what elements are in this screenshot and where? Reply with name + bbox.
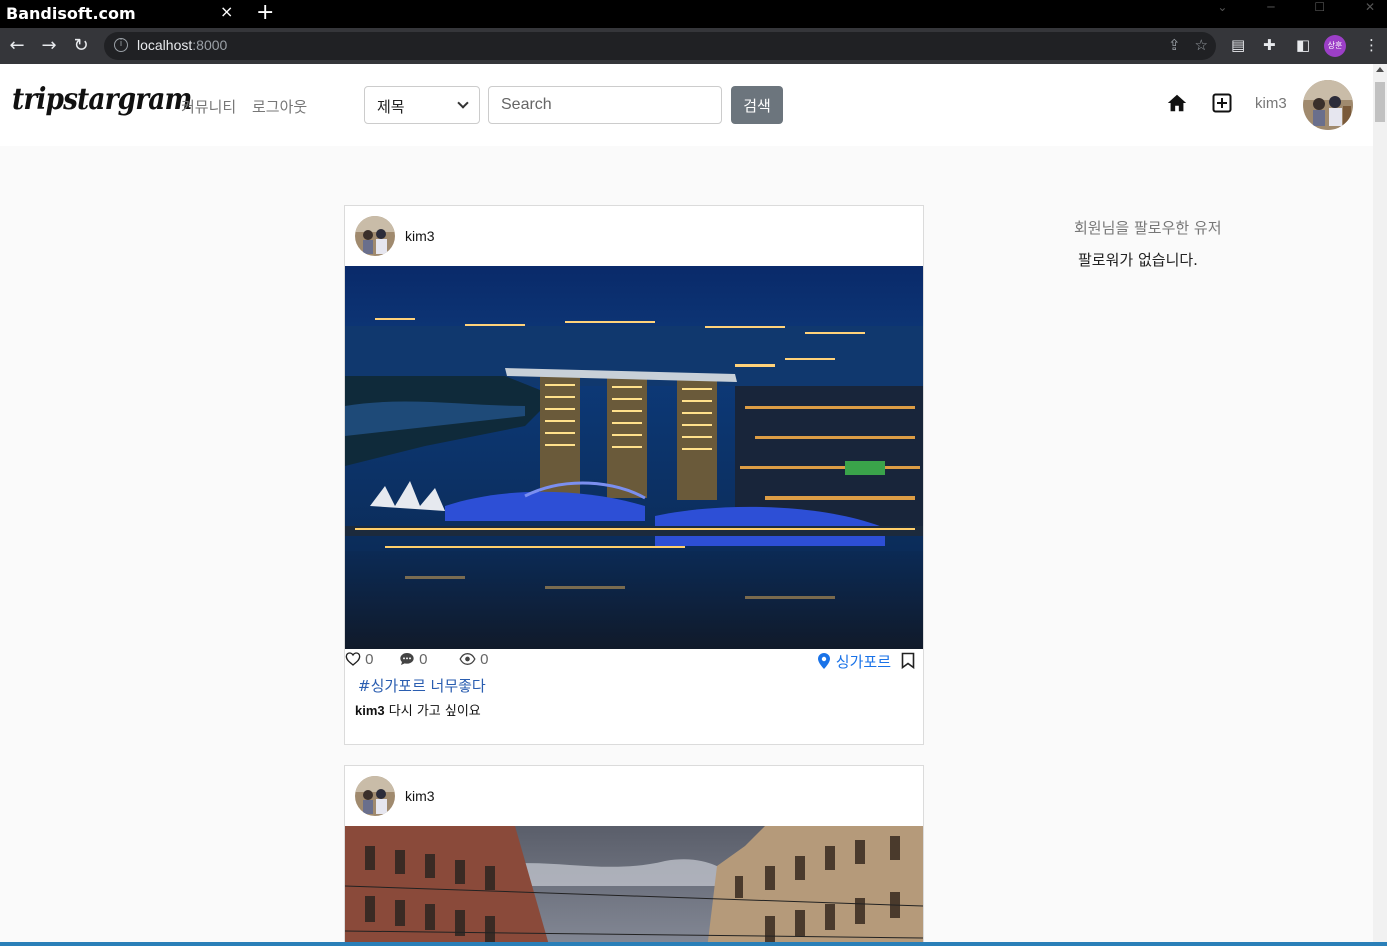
profile-avatar[interactable]: 상훈 xyxy=(1324,35,1346,57)
extension-page-icon[interactable]: ▤ xyxy=(1231,36,1245,54)
browser-toolbar: ← → ↻ i localhost:8000 ⇪ ☆ xyxy=(0,28,1387,64)
page-scrollbar[interactable] xyxy=(1373,64,1387,946)
nav-community-link[interactable]: 커뮤니티 xyxy=(181,96,236,117)
close-window-icon[interactable]: ✕ xyxy=(1365,0,1375,14)
maximize-icon[interactable]: ☐ xyxy=(1314,0,1325,14)
location-label: 싱가포르 xyxy=(835,653,891,671)
bookmark-icon[interactable] xyxy=(901,652,915,669)
star-icon[interactable]: ☆ xyxy=(1195,36,1208,54)
caption-author[interactable]: kim3 xyxy=(355,703,385,718)
new-tab-icon[interactable]: + xyxy=(256,0,274,25)
hashtag-link[interactable]: #싱가포르 너무좋다 xyxy=(358,675,486,696)
tab-close-icon[interactable]: × xyxy=(220,2,233,21)
post-image[interactable] xyxy=(345,266,923,649)
chevron-down-icon xyxy=(457,97,469,109)
side-panel-icon[interactable]: ◧ xyxy=(1296,36,1310,54)
post-author[interactable]: kim3 xyxy=(405,788,435,804)
omnibox-actions: ⇪ ☆ xyxy=(1154,36,1208,54)
search-input[interactable] xyxy=(488,86,722,124)
home-icon[interactable] xyxy=(1166,92,1188,114)
eye-icon xyxy=(459,652,476,666)
caption-text: 다시 가고 싶이요 xyxy=(388,704,481,719)
avatar[interactable] xyxy=(1303,80,1353,130)
map-pin-icon xyxy=(817,653,830,669)
add-post-icon[interactable] xyxy=(1212,93,1232,113)
post-actions: 0 0 0 싱가포르 xyxy=(345,651,923,671)
puzzle-icon[interactable]: ✚ xyxy=(1263,36,1276,54)
avatar[interactable] xyxy=(355,216,395,256)
tab-title: Bandisoft.com xyxy=(6,4,136,23)
minimize-icon[interactable]: ─ xyxy=(1267,0,1274,14)
location-link[interactable]: 싱가포르 xyxy=(817,651,891,672)
post-author[interactable]: kim3 xyxy=(405,228,435,244)
like-button[interactable]: 0 xyxy=(345,651,374,668)
nav-logout-link[interactable]: 로그아웃 xyxy=(252,96,307,117)
browser-tab-bar: Bandisoft.com × + ⌄ ─ ☐ ✕ xyxy=(0,0,1387,28)
info-icon[interactable]: i xyxy=(114,38,128,52)
post-image[interactable] xyxy=(345,826,923,946)
avatar[interactable] xyxy=(355,776,395,816)
scrollbar-thumb[interactable] xyxy=(1375,82,1385,122)
like-count: 0 xyxy=(365,651,374,668)
comment-icon xyxy=(400,653,414,665)
post-card: kim3 xyxy=(344,205,924,745)
forward-icon[interactable]: → xyxy=(39,36,59,56)
logo[interactable]: tripstargram xyxy=(12,82,192,117)
view-count: 0 xyxy=(480,651,489,668)
share-icon[interactable]: ⇪ xyxy=(1168,36,1181,54)
followers-empty-message: 팔로워가 없습니다. xyxy=(1078,251,1198,269)
chevron-down-icon[interactable]: ⌄ xyxy=(1217,0,1227,14)
post-header: kim3 xyxy=(345,766,923,826)
heart-icon xyxy=(345,652,361,666)
post-card: kim3 xyxy=(344,765,924,946)
followers-title: 회원님을 팔로우한 유저 xyxy=(1074,219,1222,237)
app-navbar: tripstargram 커뮤니티 로그아웃 제목 검색 kim3 xyxy=(0,64,1373,146)
browser-tab[interactable]: Bandisoft.com × xyxy=(0,0,242,28)
post-caption: kim3 다시 가고 싶이요 xyxy=(355,700,481,719)
taskbar-edge xyxy=(0,942,1387,946)
back-icon[interactable]: ← xyxy=(7,36,27,56)
menu-dots-icon[interactable]: ⋮ xyxy=(1364,36,1379,54)
comment-count: 0 xyxy=(419,651,428,668)
select-value: 제목 xyxy=(377,98,405,116)
reload-icon[interactable]: ↻ xyxy=(71,36,91,56)
nav-username[interactable]: kim3 xyxy=(1255,95,1287,112)
url-bar[interactable]: i localhost:8000 ⇪ ☆ xyxy=(104,32,1216,60)
url-text: localhost:8000 xyxy=(137,37,228,53)
post-header: kim3 xyxy=(345,206,923,266)
window-controls: ⌄ ─ ☐ ✕ xyxy=(1181,0,1375,14)
scroll-up-icon[interactable] xyxy=(1376,67,1384,72)
search-button[interactable]: 검색 xyxy=(731,86,783,124)
comment-button[interactable]: 0 xyxy=(399,651,428,668)
search-type-select[interactable]: 제목 xyxy=(364,86,480,124)
view-count-display: 0 xyxy=(459,651,489,668)
